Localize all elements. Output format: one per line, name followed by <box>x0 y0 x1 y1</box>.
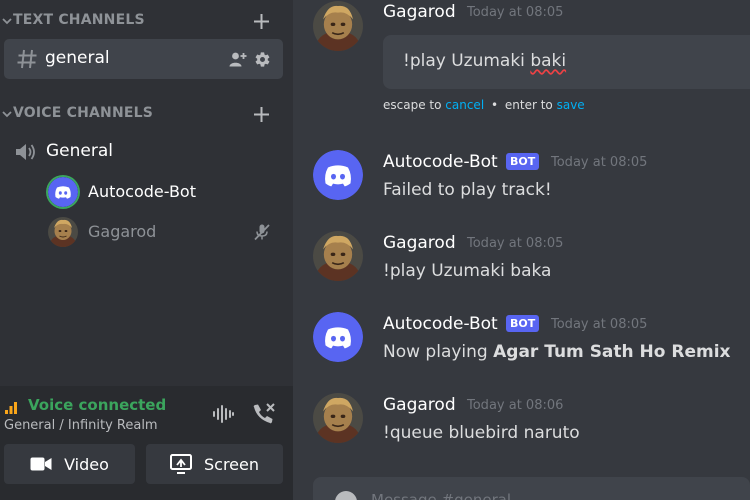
channel-sidebar: TEXT CHANNELS general VOICE CHANNELS Gen… <box>0 0 293 500</box>
avatar[interactable] <box>313 150 363 200</box>
video-button[interactable]: Video <box>4 444 135 484</box>
bot-badge: BOT <box>506 153 540 170</box>
channel-general[interactable]: general <box>4 39 283 79</box>
discord-logo-icon <box>48 177 78 207</box>
voice-status[interactable]: Voice connected <box>28 396 166 414</box>
chevron-down-icon <box>2 111 12 118</box>
chevron-down-icon <box>2 18 12 25</box>
composer-placeholder: Message #general <box>371 491 512 500</box>
message-item: Gagarod Today at 08:06 !queue bluebird n… <box>293 393 750 453</box>
message-composer[interactable]: Message #general <box>313 477 750 500</box>
voice-location: General / Infinity Realm <box>4 418 158 433</box>
message-author[interactable]: Autocode-Bot <box>383 152 498 172</box>
message-author[interactable]: Gagarod <box>383 2 456 22</box>
camera-icon <box>30 457 52 471</box>
message-timestamp: Today at 08:06 <box>467 398 564 413</box>
voice-user-name: Gagarod <box>88 222 157 241</box>
message-author[interactable]: Gagarod <box>383 395 456 415</box>
voice-channel-general[interactable]: General <box>4 134 283 170</box>
message-text: !play Uzumaki baka <box>383 261 552 281</box>
screen-button-label: Screen <box>203 454 259 474</box>
message-timestamp: Today at 08:05 <box>551 317 648 332</box>
discord-window: TEXT CHANNELS general VOICE CHANNELS Gen… <box>0 0 750 500</box>
user-avatar-image <box>313 1 363 51</box>
voice-user-autocode-bot[interactable]: Autocode-Bot <box>44 174 284 210</box>
message-item: Autocode-Bot BOT Today at 08:05 Now play… <box>293 312 750 372</box>
edit-hint: escape to cancel • enter to save <box>383 98 585 112</box>
user-avatar-image <box>313 231 363 281</box>
avatar <box>48 177 78 207</box>
plus-icon[interactable] <box>253 106 270 123</box>
message-author[interactable]: Autocode-Bot <box>383 314 498 334</box>
signal-bars-icon[interactable] <box>5 400 21 414</box>
message-item: Gagarod Today at 08:05 !play Uzumaki bak… <box>293 0 750 125</box>
bot-badge: BOT <box>506 315 540 332</box>
message-author[interactable]: Gagarod <box>383 233 456 253</box>
message-text: Now playing Agar Tum Sath Ho Remix <box>383 342 731 362</box>
voice-user-gagarod[interactable]: Gagarod <box>44 214 284 250</box>
category-label: VOICE CHANNELS <box>13 105 154 121</box>
message-item: Gagarod Today at 08:05 !play Uzumaki bak… <box>293 231 750 291</box>
video-button-label: Video <box>64 454 109 474</box>
voice-channels-category[interactable]: VOICE CHANNELS <box>0 102 293 126</box>
message-item: Autocode-Bot BOT Today at 08:05 Failed t… <box>293 150 750 210</box>
avatar[interactable] <box>313 231 363 281</box>
voice-channel-label: General <box>46 141 113 161</box>
message-timestamp: Today at 08:05 <box>551 155 648 170</box>
message-timestamp: Today at 08:05 <box>467 5 564 20</box>
avatar[interactable] <box>313 393 363 443</box>
save-edit-link[interactable]: save <box>557 98 585 112</box>
hash-icon <box>17 49 37 69</box>
plus-icon[interactable] <box>253 13 270 30</box>
message-timestamp: Today at 08:05 <box>467 236 564 251</box>
cancel-edit-link[interactable]: cancel <box>445 98 484 112</box>
avatar[interactable] <box>313 1 363 51</box>
discord-logo-icon <box>313 312 363 362</box>
microphone-off-icon <box>254 224 270 241</box>
gear-icon[interactable] <box>254 51 271 68</box>
avatar[interactable] <box>313 312 363 362</box>
soundwave-icon[interactable] <box>211 404 235 424</box>
user-avatar-image <box>313 393 363 443</box>
screen-share-icon <box>169 454 192 474</box>
screen-share-button[interactable]: Screen <box>146 444 283 484</box>
user-avatar-image <box>48 217 78 247</box>
phone-disconnect-icon[interactable] <box>251 402 277 426</box>
channel-label: general <box>45 48 110 68</box>
text-channels-category[interactable]: TEXT CHANNELS <box>0 9 293 33</box>
discord-logo-icon <box>313 150 363 200</box>
voice-connection-panel: Voice connected General / Infinity Realm… <box>0 386 293 500</box>
message-text: !queue bluebird naruto <box>383 423 580 443</box>
upload-plus-icon[interactable] <box>335 491 357 500</box>
add-member-icon[interactable] <box>229 51 247 67</box>
edit-message-input[interactable]: !play Uzumaki baki <box>383 35 750 89</box>
category-label: TEXT CHANNELS <box>13 12 145 28</box>
chat-area: Gagarod Today at 08:05 !play Uzumaki bak… <box>293 0 750 500</box>
edit-message-text: !play Uzumaki baki <box>403 51 567 71</box>
voice-user-name: Autocode-Bot <box>88 182 196 201</box>
avatar <box>48 217 78 247</box>
speaker-icon <box>16 144 35 160</box>
message-text: Failed to play track! <box>383 180 552 200</box>
